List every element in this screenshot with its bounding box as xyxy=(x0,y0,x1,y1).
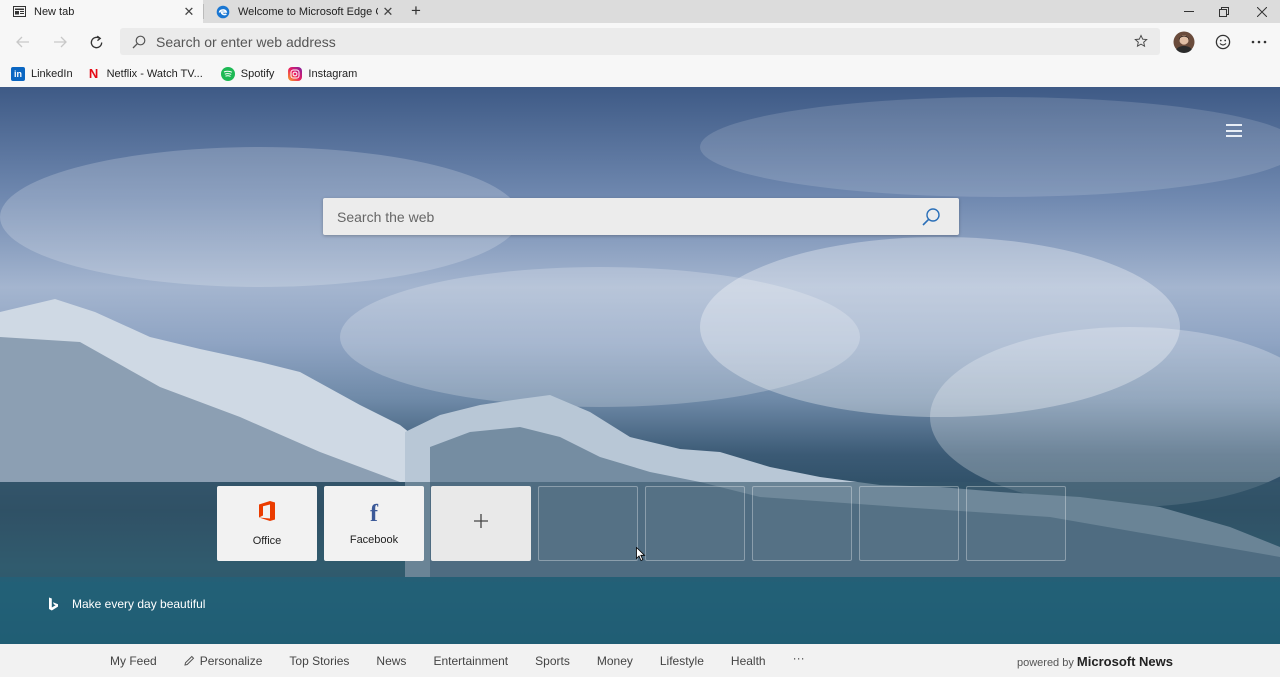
favorite-label: LinkedIn xyxy=(31,67,73,80)
powered-brand: Microsoft News xyxy=(1076,654,1173,669)
favorite-label: Instagram xyxy=(308,67,358,80)
empty-tile-slot xyxy=(645,486,745,561)
add-quick-link-button[interactable] xyxy=(431,486,531,561)
tab-strip: New tab ✕ Welcome to Microsoft Edge Can … xyxy=(0,0,1280,23)
page-settings-menu-icon[interactable] xyxy=(1226,124,1242,137)
facebook-icon: f xyxy=(370,500,378,527)
empty-tile-slot xyxy=(752,486,852,561)
profile-avatar[interactable] xyxy=(1171,29,1197,55)
instagram-icon xyxy=(288,66,303,81)
minimize-icon[interactable] xyxy=(1172,0,1206,23)
tagline-text: Make every day beautiful xyxy=(72,597,206,611)
new-tab-page: Office f Facebook Make every day beautif… xyxy=(0,87,1280,644)
powered-prefix: powered by xyxy=(1016,657,1074,669)
news-tab-personalize[interactable]: Personalize xyxy=(184,653,263,668)
newtab-icon xyxy=(12,5,26,19)
news-tab-health[interactable]: Health xyxy=(731,654,766,668)
edge-icon xyxy=(216,5,230,19)
quick-link-office[interactable]: Office xyxy=(217,486,317,561)
tab-title: Welcome to Microsoft Edge Can xyxy=(238,5,378,18)
favorite-label: Netflix - Watch TV... xyxy=(106,67,203,80)
favorite-netflix[interactable]: N Netflix - Watch TV... xyxy=(87,66,203,81)
news-tab-money[interactable]: Money xyxy=(597,654,633,668)
more-options-icon[interactable] xyxy=(1246,29,1272,55)
news-tab-sports[interactable]: Sports xyxy=(535,654,570,668)
empty-tile-slot xyxy=(859,486,959,561)
search-icon xyxy=(132,35,146,49)
back-icon[interactable] xyxy=(10,29,36,55)
tab-title: New tab xyxy=(34,5,75,18)
news-tab-top-stories[interactable]: Top Stories xyxy=(289,654,349,668)
close-window-icon[interactable] xyxy=(1245,0,1279,23)
favorite-instagram[interactable]: Instagram xyxy=(288,66,358,81)
tile-label: Facebook xyxy=(349,533,399,546)
tab-new-tab[interactable]: New tab ✕ xyxy=(0,0,203,23)
news-tab-entertainment[interactable]: Entertainment xyxy=(433,654,508,668)
pencil-icon xyxy=(184,655,194,666)
empty-tile-slot xyxy=(966,486,1066,561)
news-tab-label: Personalize xyxy=(199,653,263,668)
plus-icon xyxy=(473,513,489,534)
refresh-icon[interactable] xyxy=(83,29,109,55)
favorites-bar: in LinkedIn N Netflix - Watch TV... Spot… xyxy=(0,60,1280,87)
new-tab-button[interactable]: + xyxy=(406,1,426,21)
close-tab-icon[interactable]: ✕ xyxy=(378,4,398,20)
web-search-box[interactable] xyxy=(323,198,959,235)
empty-tile-slot xyxy=(538,486,638,561)
close-tab-icon[interactable]: ✕ xyxy=(179,4,199,20)
powered-by-microsoft-news[interactable]: powered by Microsoft News xyxy=(1017,654,1173,669)
restore-icon[interactable] xyxy=(1207,0,1241,23)
news-tab-lifestyle[interactable]: Lifestyle xyxy=(660,654,704,668)
spotify-icon xyxy=(220,66,235,81)
linkedin-icon: in xyxy=(11,66,25,81)
favorite-linkedin[interactable]: in LinkedIn xyxy=(11,66,73,81)
netflix-icon: N xyxy=(88,66,99,81)
favorite-star-icon[interactable] xyxy=(1134,34,1148,48)
bing-tagline[interactable]: Make every day beautiful xyxy=(48,597,205,611)
forward-icon[interactable] xyxy=(47,29,73,55)
news-tab-my-feed[interactable]: My Feed xyxy=(110,654,157,668)
address-input[interactable] xyxy=(156,33,1056,50)
favorite-spotify[interactable]: Spotify xyxy=(220,66,275,81)
office-icon xyxy=(257,500,277,527)
news-more-button[interactable]: ··· xyxy=(793,651,805,665)
toolbar xyxy=(0,23,1280,60)
tab-welcome[interactable]: Welcome to Microsoft Edge Can ✕ xyxy=(204,0,402,23)
news-nav-bar: My Feed Personalize Top Stories News Ent… xyxy=(0,644,1280,677)
bing-icon xyxy=(48,597,59,611)
favorite-label: Spotify xyxy=(240,67,275,80)
search-icon[interactable] xyxy=(921,207,941,227)
tile-label: Office xyxy=(252,535,282,547)
news-tab-news[interactable]: News xyxy=(376,654,406,668)
web-search-input[interactable] xyxy=(337,208,907,225)
feedback-smiley-icon[interactable] xyxy=(1210,29,1236,55)
quick-link-facebook[interactable]: f Facebook xyxy=(324,486,424,561)
mouse-cursor-icon xyxy=(636,547,646,562)
address-bar[interactable] xyxy=(120,28,1160,55)
